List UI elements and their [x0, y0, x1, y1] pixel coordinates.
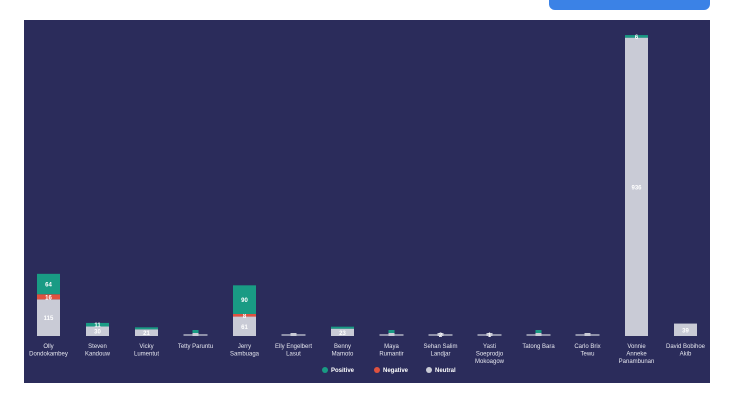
page: 115 16 64 30 11 21 61 8 90 23 2 1 936 6 39 Olly Dondoka… — [0, 0, 735, 400]
bars-layer: 11516643011216189023 2 1936639 — [37, 35, 697, 339]
chart-svg: 11516643011216189023 2 1936639 Olly Dondoka… — [29, 35, 706, 374]
data-label-neutral-olly-dondokambey: 115 — [44, 316, 54, 322]
category-label-steven-kandouw: Steven Kandouw — [85, 344, 111, 358]
category-label-olly-dondokambey: Olly Dondokambey — [29, 344, 68, 358]
caption — [24, 390, 444, 400]
data-label-neutral-jerry-sambuaga: 61 — [241, 325, 248, 331]
legend-label-negative: Negative — [383, 368, 409, 374]
bar-positive-benny-mamoto — [331, 326, 354, 329]
bar-neutral-maya-rumantir — [388, 333, 395, 336]
category-labels-layer: Olly Dondokambey Steven Kandouw Vicky Lumentu… — [29, 344, 706, 365]
legend-swatch-positive — [322, 367, 328, 373]
bar-positive-tetty-paruntu — [192, 330, 199, 333]
category-label-tatong-bara: Tatong Bara — [522, 344, 555, 350]
data-label-positive-olly-dondokambey: 64 — [45, 283, 52, 289]
bar-neutral-tatong-bara — [535, 333, 542, 336]
data-label-neutral-vicky-lumentut: 21 — [143, 331, 150, 337]
category-label-benny-mamoto: Benny Mamoto — [332, 344, 354, 358]
bar-positive-tatong-bara — [535, 330, 542, 333]
bar-neutral-carlo-brix-tewu — [584, 333, 591, 336]
data-label-negative-olly-dondokambey: 16 — [45, 295, 52, 301]
category-label-elly-engelbert-lasut: Elly Engelbert Lasut — [275, 344, 312, 358]
data-label-positive-jerry-sambuaga: 90 — [241, 298, 248, 304]
bar-positive-maya-rumantir — [388, 330, 395, 333]
category-label-maya-rumantir: Maya Rumantir — [379, 344, 403, 358]
category-label-carlo-brix-tewu: Carlo Brix Tewu — [574, 344, 600, 358]
top-action-button[interactable] — [549, 0, 710, 10]
data-label-neutral-vonnie-anneke-panambunan: 936 — [631, 185, 642, 191]
category-label-david-bobihoe-akib: David Bobihoe Akib — [666, 344, 706, 358]
bar-neutral-tetty-paruntu — [192, 333, 199, 336]
legend: Positive Negative Neutral — [322, 367, 456, 374]
data-label-neutral-steven-kandouw: 30 — [94, 330, 101, 336]
category-label-vicky-lumentut: Vicky Lumentut — [134, 344, 159, 358]
data-label-neutral-david-bobihoe-akib: 39 — [682, 328, 689, 334]
category-label-yasti-soeprodjo-mokoagow: Yasti Soeprodjo Mokoagow — [475, 344, 505, 365]
bar-neutral-elly-engelbert-lasut — [290, 333, 297, 336]
legend-swatch-negative — [374, 367, 380, 373]
category-label-vonnie-anneke-panambunan: Vonnie Anneke Panambunan — [619, 344, 655, 365]
legend-label-neutral: Neutral — [435, 368, 456, 374]
bar-positive-vicky-lumentut — [135, 327, 158, 330]
chart-panel: 115 16 64 30 11 21 61 8 90 23 2 1 936 6 39 Olly Dondoka… — [24, 20, 710, 383]
legend-swatch-neutral — [426, 367, 432, 373]
category-label-sehan-salim-landjar: Sehan Salim Landjar — [423, 344, 457, 358]
legend-label-positive: Positive — [331, 368, 355, 374]
data-label-positive-steven-kandouw: 11 — [94, 323, 101, 329]
data-label-neutral-benny-mamoto: 23 — [339, 331, 346, 337]
category-label-tetty-paruntu: Tetty Paruntu — [178, 344, 213, 350]
category-label-jerry-sambuaga: Jerry Sambuaga — [230, 344, 260, 358]
